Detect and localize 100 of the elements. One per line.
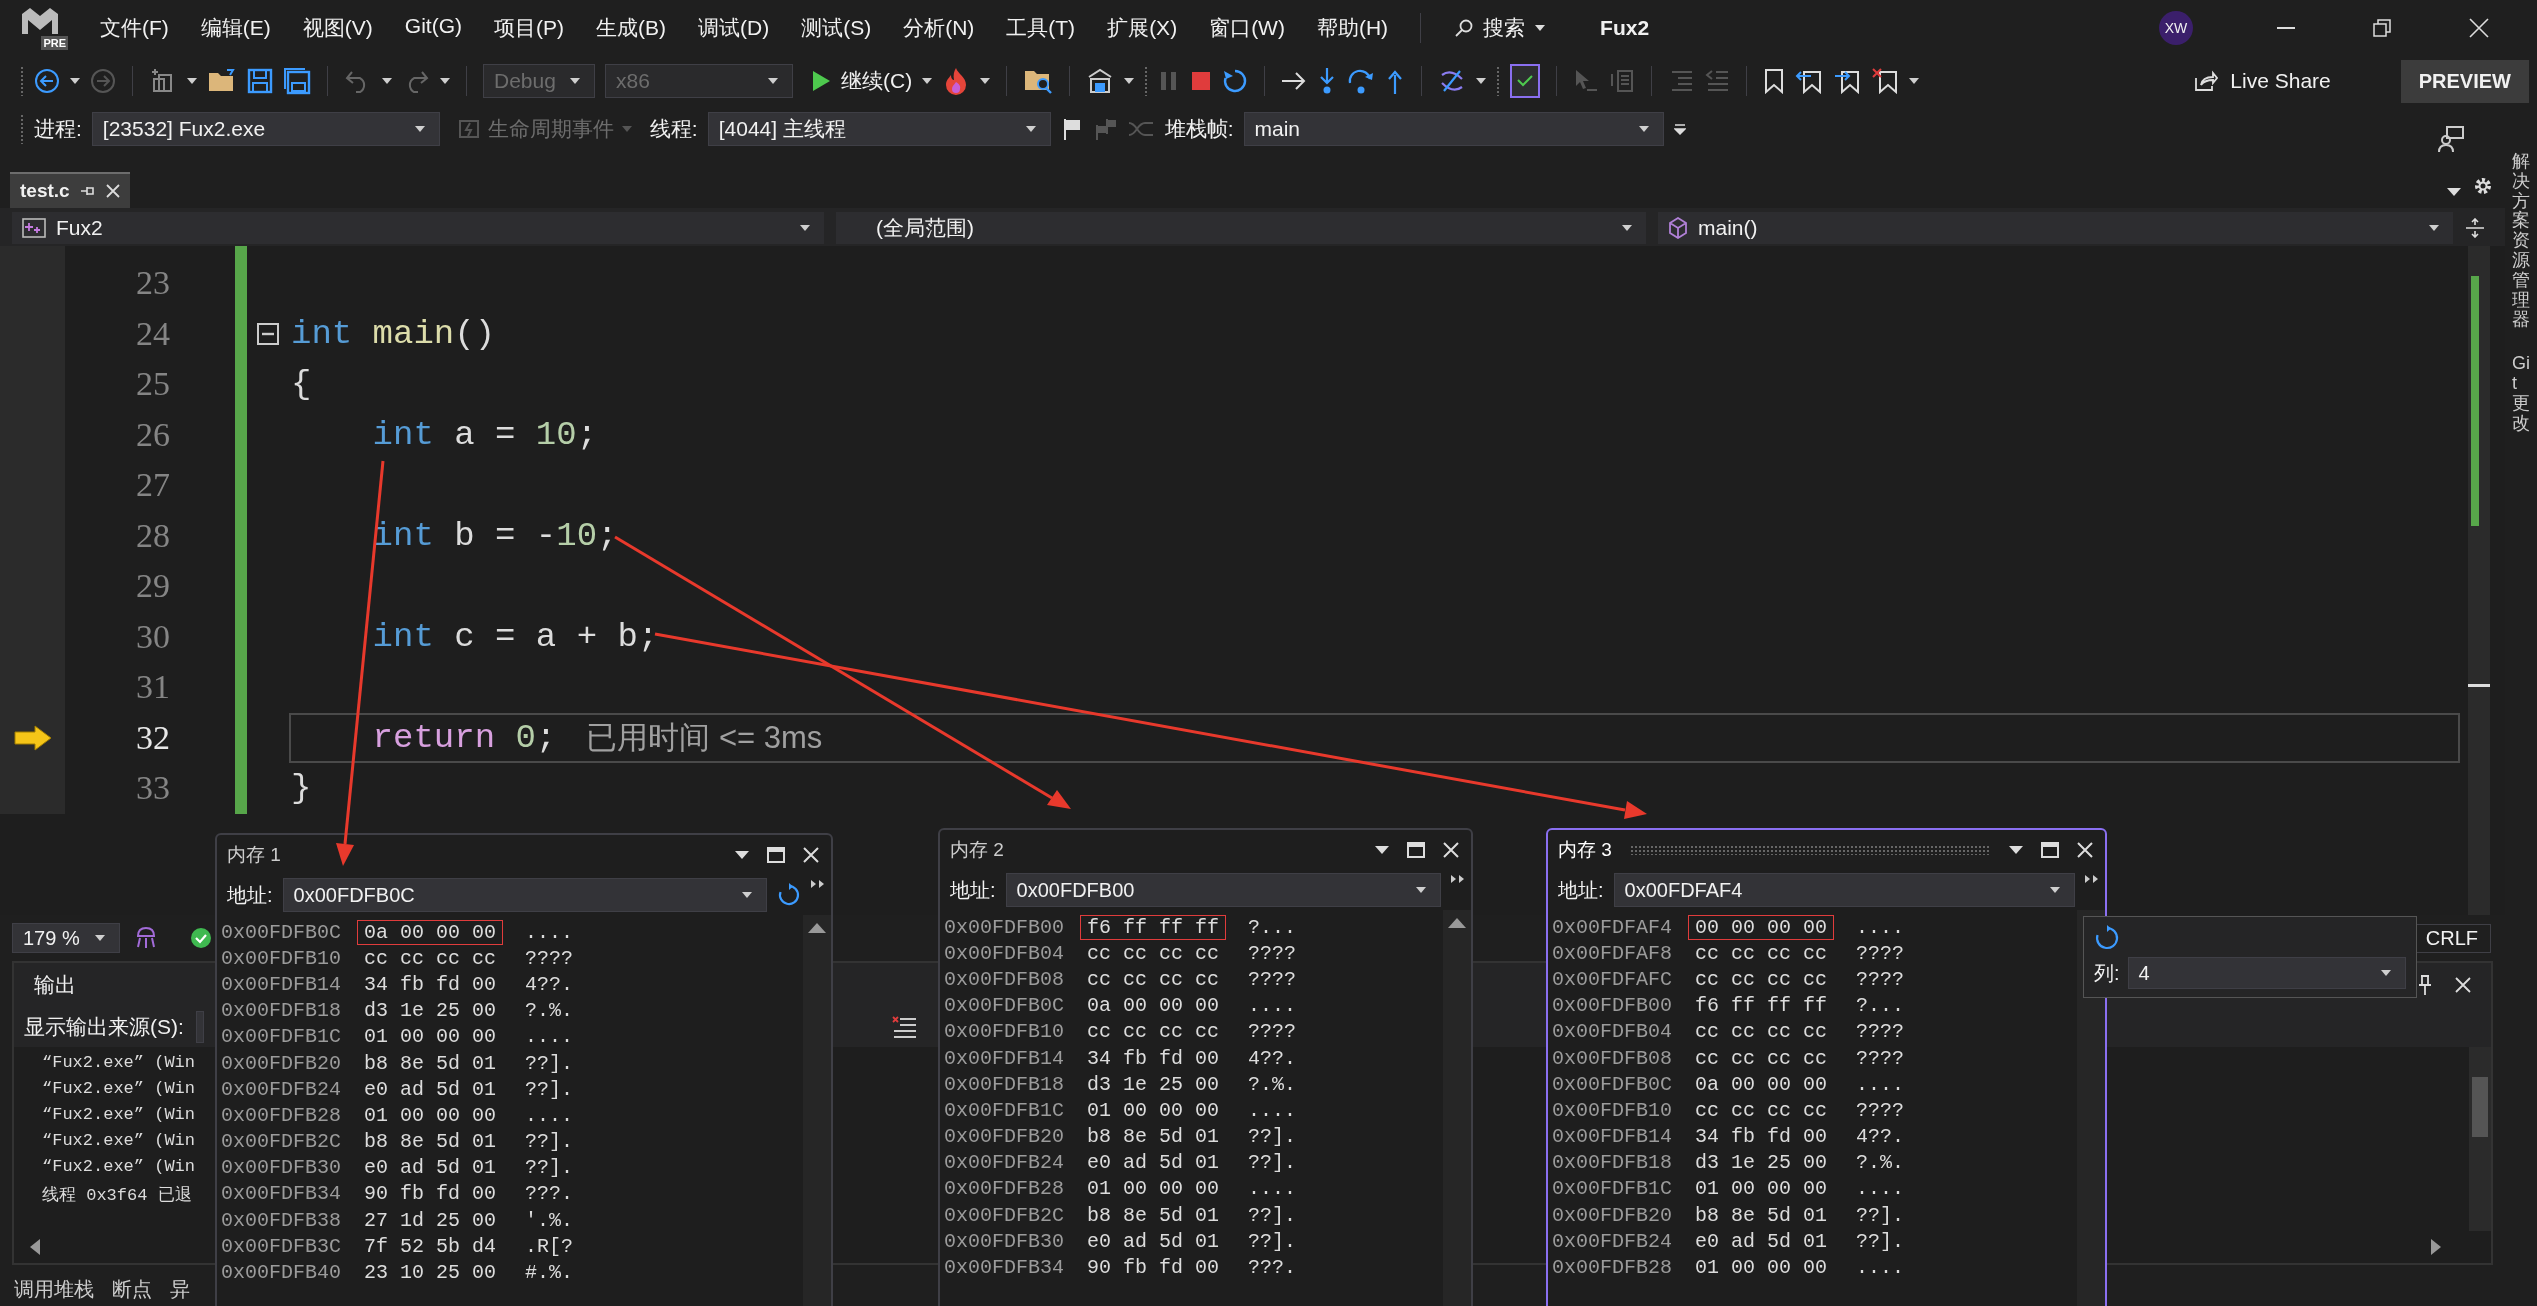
panel-tab[interactable]: 调用堆栈 xyxy=(14,1275,94,1303)
panel-tab[interactable]: 异 xyxy=(170,1275,190,1303)
settings-icon[interactable] xyxy=(2473,176,2493,196)
close-icon[interactable] xyxy=(1443,842,1459,858)
caret-icon[interactable] xyxy=(95,935,105,941)
caret-icon[interactable] xyxy=(922,78,933,84)
menu-item[interactable]: 工具(T) xyxy=(990,14,1092,42)
caret-icon[interactable] xyxy=(1025,126,1036,132)
address-field[interactable]: 0x00FDFAF4 xyxy=(1613,873,2075,907)
right-arrow-icon[interactable] xyxy=(1281,70,1308,92)
caret-icon[interactable] xyxy=(1909,78,1920,84)
caret-icon[interactable] xyxy=(1416,887,1426,893)
project-dropdown[interactable]: Fux2 xyxy=(12,212,824,244)
split-icon[interactable] xyxy=(2465,218,2485,238)
menu-item[interactable]: 帮助(H) xyxy=(1300,14,1405,42)
address-field[interactable]: 0x00FDFB00 xyxy=(1005,873,1441,907)
menu-item[interactable]: 分析(N) xyxy=(887,14,991,42)
feedback-icon[interactable] xyxy=(2437,125,2465,153)
brush-icon[interactable] xyxy=(134,926,158,950)
caret-icon[interactable] xyxy=(440,78,450,84)
scroll-up-icon[interactable] xyxy=(808,923,826,933)
process-dropdown[interactable]: [23532] Fux2.exe xyxy=(91,112,440,146)
caret-icon[interactable] xyxy=(70,78,80,84)
caret-icon[interactable] xyxy=(187,78,197,84)
caret-icon[interactable] xyxy=(382,78,392,84)
scrollbar[interactable] xyxy=(1443,910,1471,1306)
overflow-icon[interactable] xyxy=(1451,874,1465,884)
preview-button[interactable]: PREVIEW xyxy=(2400,59,2529,103)
caret-icon[interactable] xyxy=(1638,126,1649,132)
member-dropdown[interactable]: main() xyxy=(1658,212,2453,244)
close-icon[interactable] xyxy=(105,184,120,198)
close-icon[interactable] xyxy=(2469,18,2489,38)
clear-all-icon[interactable] xyxy=(891,1016,918,1038)
menu-item[interactable]: 生成(B) xyxy=(580,14,682,42)
collapse-icon[interactable] xyxy=(257,322,279,345)
stack-frame-dropdown[interactable]: main xyxy=(1243,112,1664,146)
folder-icon[interactable] xyxy=(207,68,237,94)
side-tab[interactable]: 解决方案资源管理器 xyxy=(2512,152,2530,331)
live-share-button[interactable]: Live Share xyxy=(2194,69,2331,93)
scroll-left-icon[interactable] xyxy=(30,1239,40,1255)
scroll-up-icon[interactable] xyxy=(1448,918,1466,928)
clear-bookmarks-icon[interactable] xyxy=(1871,68,1900,94)
next-bookmark-icon[interactable] xyxy=(1833,68,1862,94)
search-button[interactable]: 搜索 xyxy=(1455,14,1546,42)
menu-item[interactable]: 调试(D) xyxy=(682,14,786,42)
thread-dropdown[interactable]: [4044] 主线程 xyxy=(707,112,1051,146)
menu-item[interactable]: 项目(P) xyxy=(478,14,580,42)
save-icon[interactable] xyxy=(247,68,273,94)
zoom-dropdown[interactable]: 179 % xyxy=(12,923,120,953)
close-icon[interactable] xyxy=(2077,842,2093,858)
caret-icon[interactable] xyxy=(2429,225,2439,231)
maximize-icon[interactable] xyxy=(2041,842,2059,858)
stop-icon[interactable] xyxy=(1190,70,1213,92)
bookmark-icon[interactable] xyxy=(1763,68,1786,94)
toolbar-grip[interactable] xyxy=(20,114,24,144)
overflow-icon[interactable] xyxy=(1673,123,1686,135)
caret-icon[interactable] xyxy=(1622,225,1632,231)
scrollbar[interactable] xyxy=(803,915,831,1306)
maximize-icon[interactable] xyxy=(767,847,785,863)
menu-item[interactable]: 窗口(W) xyxy=(1193,14,1301,42)
refresh-icon[interactable] xyxy=(777,883,801,907)
side-tab[interactable]: Git 更改 xyxy=(2512,354,2530,434)
menu-item[interactable]: Git(G) xyxy=(388,14,478,42)
scrollbar[interactable] xyxy=(2469,1047,2491,1231)
no-issues-icon[interactable] xyxy=(190,927,212,949)
caret-icon[interactable] xyxy=(980,78,991,84)
dropdown-icon[interactable] xyxy=(735,851,749,859)
refresh-icon[interactable] xyxy=(2094,925,2120,951)
toolbar-grip[interactable] xyxy=(20,66,24,96)
scope-dropdown[interactable]: (全局范围) xyxy=(836,212,1646,244)
user-avatar[interactable]: XW xyxy=(2159,11,2193,45)
address-field[interactable]: 0x00FDFB0C xyxy=(282,878,767,912)
caret-icon[interactable] xyxy=(742,892,752,898)
restore-icon[interactable] xyxy=(2373,19,2391,37)
menu-item[interactable]: 扩展(X) xyxy=(1091,14,1194,42)
maximize-icon[interactable] xyxy=(1407,842,1425,858)
caret-icon[interactable] xyxy=(800,225,810,231)
pin-icon[interactable] xyxy=(2417,974,2433,996)
step-over-icon[interactable] xyxy=(1347,67,1376,95)
save-all-icon[interactable] xyxy=(283,67,311,95)
menu-item[interactable]: 编辑(E) xyxy=(184,14,287,42)
spell-check-button[interactable] xyxy=(1510,64,1541,98)
restart-icon[interactable] xyxy=(1222,68,1249,94)
columns-dropdown[interactable]: 4 xyxy=(2127,957,2406,989)
continue-button[interactable]: 继续(C) xyxy=(811,67,913,95)
scroll-right-icon[interactable] xyxy=(2431,1239,2441,1255)
previous-bookmark-icon[interactable] xyxy=(1795,68,1824,94)
overflow-icon[interactable] xyxy=(2085,874,2099,884)
close-icon[interactable] xyxy=(2455,977,2471,993)
scrollbar[interactable] xyxy=(2468,246,2490,915)
caret-icon[interactable] xyxy=(1476,78,1487,84)
caret-icon[interactable] xyxy=(1124,78,1135,84)
panel-tab[interactable]: 断点 xyxy=(112,1275,152,1303)
caret-icon[interactable] xyxy=(414,126,425,132)
close-icon[interactable] xyxy=(803,847,819,863)
back-icon[interactable] xyxy=(34,68,60,94)
pin-icon[interactable] xyxy=(79,185,96,197)
overflow-icon[interactable] xyxy=(811,879,825,889)
menu-item[interactable]: 视图(V) xyxy=(286,14,389,42)
caret-icon[interactable] xyxy=(2050,887,2060,893)
